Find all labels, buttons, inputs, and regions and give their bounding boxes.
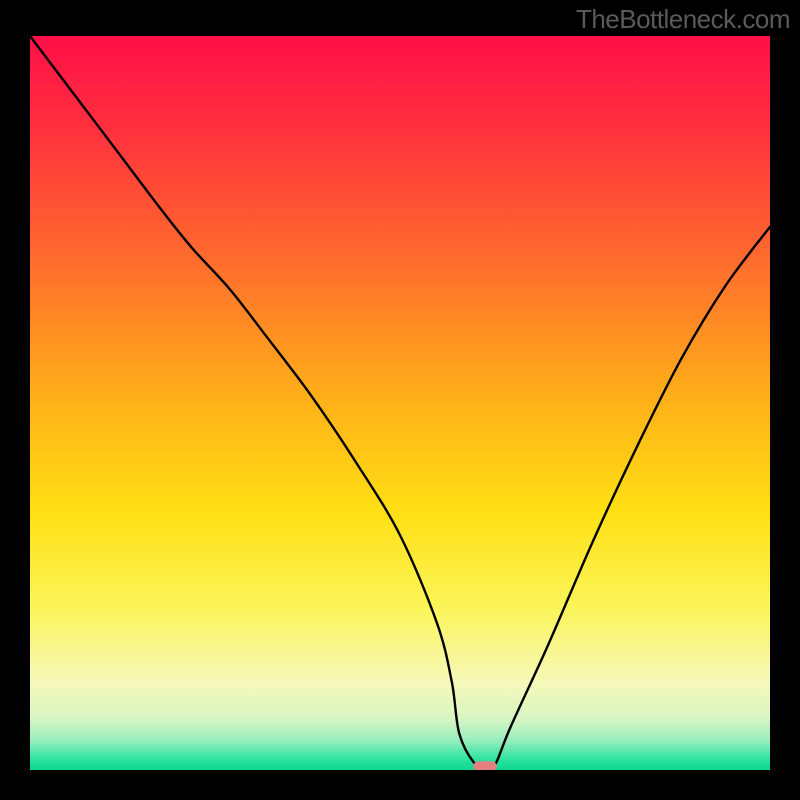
optimal-point-marker [473,761,497,770]
chart-plot-area [30,36,770,770]
bottleneck-chart [30,36,770,770]
site-watermark: TheBottleneck.com [576,4,790,35]
